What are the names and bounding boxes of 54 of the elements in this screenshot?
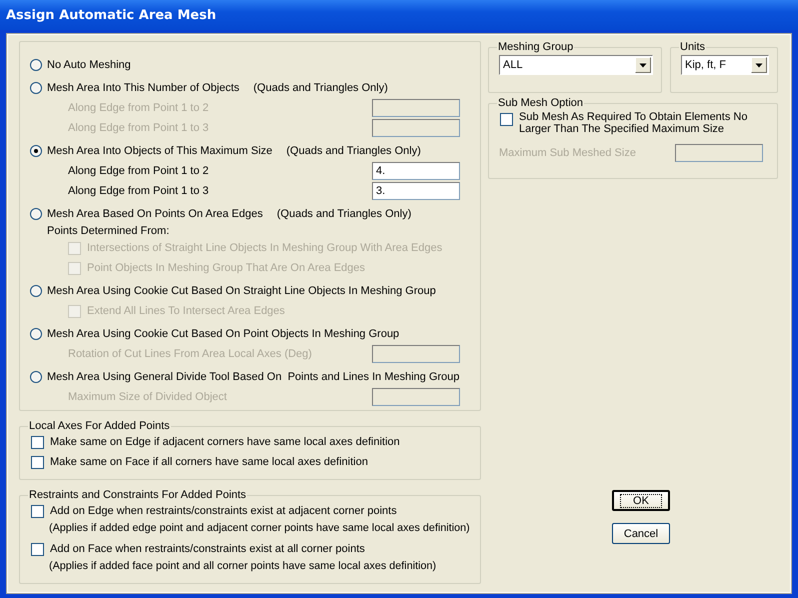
radio-button[interactable] [30,145,42,157]
checkbox-label: Add on Edge when restraints/constraints exist at adjacent corner points [50,505,397,517]
option-note: (Quads and Triangles Only) [253,82,388,94]
option-label: Mesh Area Using Cookie Cut Based On Point Objects In Meshing Group [47,328,400,340]
checkbox[interactable] [31,504,44,518]
note-text: (Applies if added edge point and adjacent corner points have same local axes definition) [49,521,470,535]
field-label: Along Edge from Point 1 to 3 [68,185,210,197]
checkbox[interactable] [500,113,513,126]
radio-button[interactable] [30,285,42,297]
checkbox-label: Make same on Edge if adjacent corners have same local axes definition [50,436,400,448]
caption-text: Points Determined From: [47,225,170,237]
checkbox-label: Add on Face when restraints/constraints exist at all corner points [50,543,365,555]
field-label: Rotation of Cut Lines From Area Local Axes (Deg) [68,348,313,360]
ok-button[interactable]: OK [612,490,670,511]
note-text: (Applies if added face point and all corner points have same local axes definition) [49,559,436,573]
radio-button[interactable] [30,208,42,220]
radio-button[interactable] [30,371,42,383]
radio-button[interactable] [30,82,42,94]
radio-button[interactable] [30,59,42,71]
window-title: Assign Automatic Area Mesh [6,8,216,22]
checkbox-label: Intersections of Straight Line Objects In Meshing Group With Area Edges [87,242,444,254]
dropdown[interactable]: Kip, ft, F [681,55,769,75]
field-label: Maximum Sub Meshed Size [499,147,637,159]
group-title: Restraints and Constraints For Added Points [28,489,248,501]
option-label: Mesh Area Using Cookie Cut Based On Straight Line Objects In Meshing Group [47,285,436,297]
option-label: Mesh Area Using General Divide Tool Based On Points and Lines In Meshing Group [47,371,460,383]
option-note: (Quads and Triangles Only) [276,208,412,220]
input-field[interactable]: 3. [372,182,460,200]
group-title: Sub Mesh Option [497,97,584,109]
dropdown[interactable]: ALL [499,55,653,75]
field-label: Along Edge from Point 1 to 3 [68,122,210,134]
checkbox-label: Sub Mesh As Required To Obtain Elements No Larger Than The Specified Maximum Size [519,111,748,135]
option-label: Mesh Area Based On Points On Area Edges [47,208,263,220]
checkbox[interactable] [31,456,44,468]
radio-button[interactable] [30,328,42,340]
group-title: Local Axes For Added Points [28,420,171,432]
group-title: Units [679,41,706,53]
field-label: Along Edge from Point 1 to 2 [68,102,210,114]
option-label: Mesh Area Into This Number of Objects [47,82,240,94]
checkbox[interactable] [31,436,44,448]
checkbox-label: Point Objects In Meshing Group That Are On Area Edges [87,262,366,274]
checkbox-label: Make same on Face if all corners have same local axes definition [50,456,368,468]
group-title: Meshing Group [497,41,574,53]
checkbox-label: Extend All Lines To Intersect Area Edges [87,305,286,317]
option-label: Mesh Area Into Objects of This Maximum Size [47,145,272,157]
option-note: (Quads and Triangles Only) [286,145,421,157]
caret-icon [751,57,767,73]
checkbox[interactable] [31,542,44,556]
field-label: Along Edge from Point 1 to 2 [68,165,210,177]
input-field[interactable]: 4. [372,162,460,180]
field-label: Maximum Size of Divided Object [68,391,228,403]
caret-icon [635,57,651,73]
cancel-button[interactable]: Cancel [612,523,670,544]
option-label: No Auto Meshing [47,59,131,71]
